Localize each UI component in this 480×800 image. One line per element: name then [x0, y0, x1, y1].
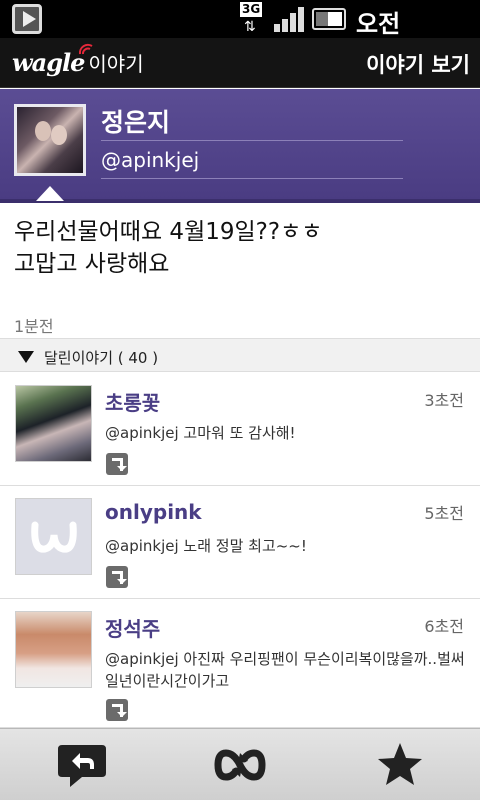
- logo-text: wagle: [12, 48, 85, 77]
- logo-korean-text: 이야기: [88, 52, 144, 76]
- favorite-button[interactable]: [370, 739, 430, 791]
- data-arrows-icon: ⇅: [244, 19, 256, 35]
- network-label: 3G: [240, 2, 263, 17]
- profile-handle-underline: [101, 178, 403, 179]
- signal-strength-icon: [274, 6, 306, 32]
- reply-arrow-icon[interactable]: [106, 699, 128, 721]
- network-3g-icon: 3G ⇅: [240, 2, 266, 36]
- replies-header[interactable]: 달린이야기 ( 40 ): [0, 338, 480, 372]
- reply-item[interactable]: onlypink 5초전 @apinkjej 노래 정말 최고~~!: [0, 486, 480, 599]
- reply-text: @apinkjej 고마워 또 감사해!: [105, 424, 296, 442]
- retweet-button[interactable]: [210, 739, 270, 791]
- reply-avatar[interactable]: [15, 498, 92, 575]
- reply-time: 6초전: [424, 617, 464, 636]
- collapse-triangle-icon: [18, 351, 34, 363]
- profile-name[interactable]: 정은지: [101, 103, 170, 139]
- reply-item[interactable]: 정석주 6초전 @apinkjej 아진짜 우리핑팬이 무슨이리복이많을까..벌…: [0, 599, 480, 728]
- reply-time: 5초전: [424, 504, 464, 523]
- reply-text: @apinkjej 노래 정말 최고~~!: [105, 537, 307, 555]
- tweet-time: 1분전: [14, 317, 54, 336]
- reply-author[interactable]: 초롱꽃: [105, 387, 160, 416]
- app-header: wagle 이야기 이야기 보기: [0, 38, 480, 88]
- reply-text: @apinkjej 아진짜 우리핑팬이 무슨이리복이많을까..벌써일년이란시간이…: [105, 650, 465, 690]
- profile-handle[interactable]: @apinkjej: [101, 148, 199, 172]
- default-wagle-avatar-icon: [31, 521, 77, 553]
- profile-divider: [0, 199, 480, 203]
- replies-count-label: 달린이야기 ( 40 ): [44, 349, 159, 367]
- reply-avatar[interactable]: [15, 385, 92, 462]
- page-title: 이야기 보기: [366, 53, 470, 77]
- wagle-logo[interactable]: wagle 이야기: [12, 43, 144, 78]
- reply-author[interactable]: 정석주: [105, 613, 160, 642]
- star-icon: [378, 743, 422, 785]
- profile-name-underline: [101, 140, 403, 141]
- speech-pointer: [36, 186, 64, 201]
- media-play-icon: [12, 4, 42, 34]
- status-bar: 3G ⇅ 오전 12:57: [0, 0, 480, 67]
- retweet-icon: [214, 749, 266, 781]
- bottom-toolbar: [0, 728, 480, 800]
- reply-arrow-icon[interactable]: [106, 453, 128, 475]
- reply-time: 3초전: [424, 391, 464, 410]
- profile-avatar[interactable]: [14, 104, 86, 176]
- tweet-text: 우리선물어때요 4월19일??ㅎㅎ 고맙고 사랑해요: [14, 219, 323, 277]
- reply-arrow-icon[interactable]: [106, 566, 128, 588]
- reply-item[interactable]: 초롱꽃 3초전 @apinkjej 고마워 또 감사해!: [0, 373, 480, 486]
- signal-wave-icon: [78, 43, 93, 55]
- reply-avatar[interactable]: [15, 611, 92, 688]
- reply-icon: [58, 745, 106, 787]
- reply-button[interactable]: [52, 739, 112, 791]
- reply-author[interactable]: onlypink: [105, 500, 202, 524]
- battery-icon: [312, 8, 346, 30]
